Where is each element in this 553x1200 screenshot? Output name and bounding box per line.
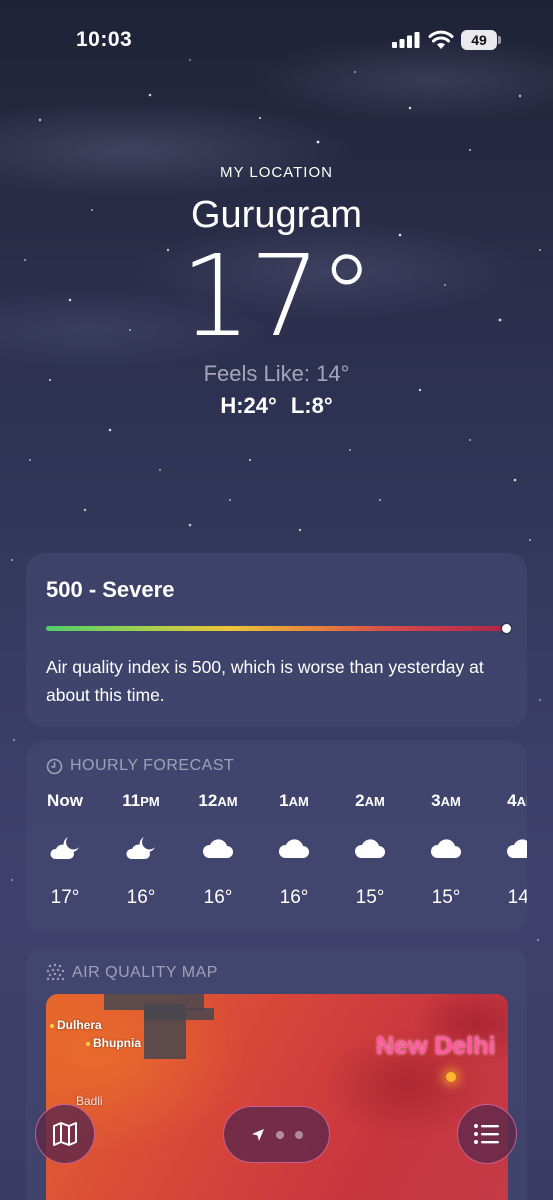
hour-label: 2AM xyxy=(355,791,385,810)
map-hotspot xyxy=(446,1072,456,1082)
hourly-forecast-header: HOURLY FORECAST xyxy=(46,757,234,775)
aqi-title: 500 - Severe xyxy=(46,577,175,602)
map-place-label: Dulhera xyxy=(50,1018,102,1032)
hour-label: 3AM xyxy=(431,791,461,810)
aqi-level-indicator xyxy=(502,624,511,633)
city-name: Gurugram xyxy=(190,194,363,236)
weather-header: MY LOCATION Gurugram 17° Feels Like: 14°… xyxy=(0,160,553,419)
hour-temperature: 14° xyxy=(507,887,527,908)
hourly-forecast-list[interactable]: Now 17° 11PM 16° 12AM 16° 1AM 16° 2AM 15° 3AM 15° 4A… xyxy=(26,791,527,931)
page-dot[interactable] xyxy=(294,1130,303,1139)
hour-label: Now xyxy=(47,791,83,810)
hour-item: 1AM 16° xyxy=(264,791,324,909)
hour-temperature: 16° xyxy=(126,887,156,908)
cloud-icon xyxy=(264,831,324,865)
hour-label: 4AM xyxy=(507,791,527,810)
map-button[interactable] xyxy=(35,1104,95,1164)
location-arrow-icon xyxy=(251,1128,264,1141)
hour-item: Now 17° xyxy=(35,791,95,909)
air-quality-card[interactable]: 500 - Severe Air quality index is 500, w… xyxy=(26,553,527,727)
hourly-forecast-title: HOURLY FORECAST xyxy=(70,757,235,774)
high-temp: H:24° xyxy=(220,393,277,418)
wifi-icon xyxy=(428,30,454,49)
air-quality-icon xyxy=(46,963,65,981)
list-icon xyxy=(474,1124,499,1144)
air-quality-map[interactable]: Dulhera Bhupnia Badli New Delhi xyxy=(46,994,508,1200)
hour-item: 11PM 16° xyxy=(111,791,171,909)
map-place-label: Bhupnia xyxy=(86,1036,141,1050)
hour-temperature: 17° xyxy=(50,887,80,908)
hour-item: 2AM 15° xyxy=(340,791,400,909)
signal-icon xyxy=(392,32,420,48)
map-city-label: New Delhi xyxy=(376,1032,496,1060)
hour-temperature: 16° xyxy=(203,887,233,908)
location-pager[interactable] xyxy=(223,1106,330,1163)
aqi-scale-bar xyxy=(46,626,507,631)
hour-label: 12AM xyxy=(198,791,238,810)
partly-cloudy-night-icon xyxy=(35,831,95,865)
hour-temperature: 16° xyxy=(279,887,309,908)
hour-item: 12AM 16° xyxy=(188,791,248,909)
high-low: H:24° L:8° xyxy=(0,393,553,419)
hour-label: 11PM xyxy=(122,791,160,810)
air-quality-map-title: AIR QUALITY MAP xyxy=(72,963,218,981)
hour-label: 1AM xyxy=(279,791,309,810)
partly-cloudy-night-icon xyxy=(111,831,171,865)
aqi-description: Air quality index is 500, which is worse… xyxy=(46,657,484,705)
hour-temperature: 15° xyxy=(431,887,461,908)
cloud-icon xyxy=(492,831,527,865)
map-place-label: Badli xyxy=(76,1094,103,1108)
battery-icon: 49 xyxy=(461,30,501,50)
cloud-icon xyxy=(416,831,476,865)
cloud-icon xyxy=(340,831,400,865)
cloud-icon xyxy=(188,831,248,865)
battery-level: 49 xyxy=(461,30,497,50)
status-bar: 10:03 49 xyxy=(0,0,553,80)
air-quality-map-header: AIR QUALITY MAP xyxy=(46,963,218,982)
clock-icon xyxy=(46,758,63,774)
location-label: MY LOCATION xyxy=(220,164,333,181)
hour-item: 3AM 15° xyxy=(416,791,476,909)
low-temp: L:8° xyxy=(290,393,333,418)
page-dot[interactable] xyxy=(275,1130,284,1139)
city-list-button[interactable] xyxy=(457,1104,517,1164)
hourly-forecast-card[interactable]: HOURLY FORECAST Now 17° 11PM 16° 12AM 16° 1AM 1… xyxy=(26,741,527,933)
map-icon xyxy=(53,1122,77,1146)
hour-item: 4AM 14° xyxy=(492,791,527,909)
feels-like: Feels Like: 14° xyxy=(203,361,350,386)
hour-temperature: 15° xyxy=(355,887,385,908)
current-temperature: 17° xyxy=(180,232,375,362)
status-time: 10:03 xyxy=(76,28,133,51)
